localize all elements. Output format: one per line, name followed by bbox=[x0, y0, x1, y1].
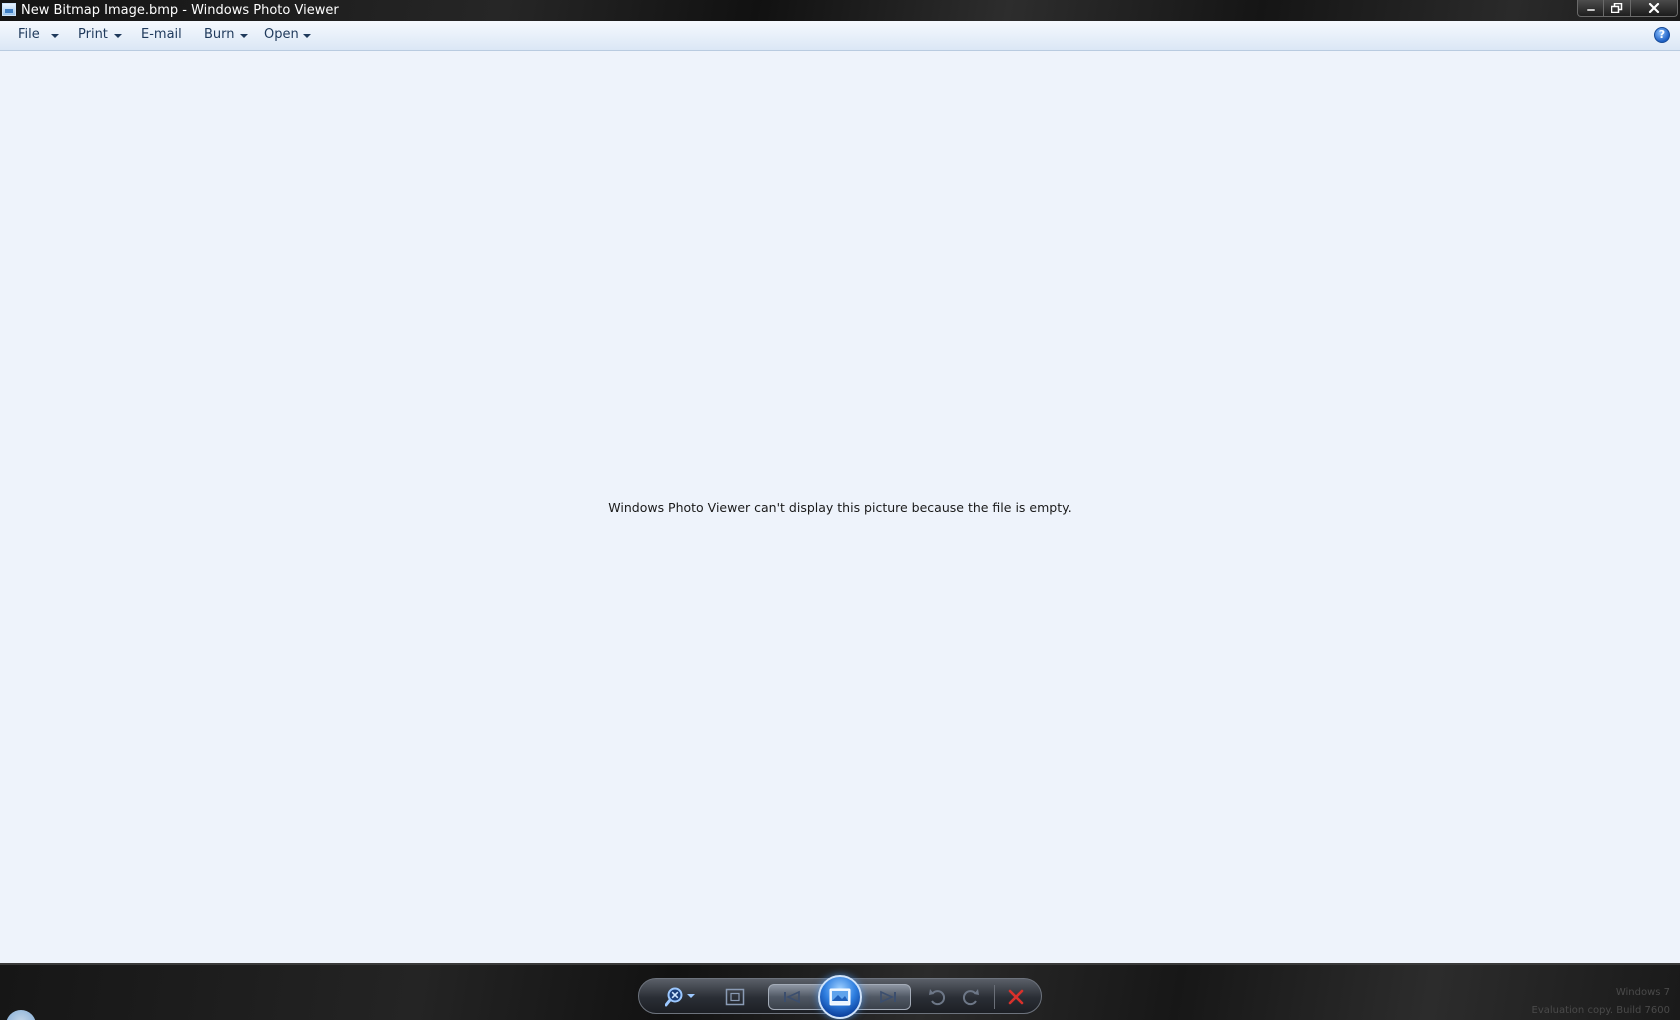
close-window-button[interactable] bbox=[1631, 0, 1678, 17]
os-watermark-line-1: Windows 7 bbox=[1615, 987, 1670, 998]
open-menu-dropdown-icon[interactable] bbox=[303, 34, 311, 38]
rotate-counterclockwise-button[interactable] bbox=[925, 985, 949, 1009]
slideshow-icon bbox=[829, 988, 851, 1006]
delete-button[interactable] bbox=[1004, 985, 1028, 1009]
menu-bar: File Print E-mail Burn Open ? bbox=[0, 21, 1680, 51]
burn-menu-dropdown-icon[interactable] bbox=[240, 34, 248, 38]
restore-button[interactable] bbox=[1604, 0, 1631, 17]
actual-size-button[interactable] bbox=[722, 986, 748, 1008]
file-menu-dropdown-icon[interactable] bbox=[51, 34, 59, 38]
photo-viewer-window: New Bitmap Image.bmp - Windows Photo Vie… bbox=[0, 0, 1680, 1020]
help-icon[interactable]: ? bbox=[1654, 27, 1670, 43]
window-title: New Bitmap Image.bmp - Windows Photo Vie… bbox=[21, 3, 339, 18]
next-button[interactable] bbox=[872, 986, 904, 1008]
previous-button[interactable] bbox=[776, 986, 808, 1008]
zoom-button[interactable] bbox=[664, 984, 700, 1010]
burn-menu[interactable]: Burn bbox=[204, 27, 235, 43]
open-menu[interactable]: Open bbox=[264, 27, 299, 43]
previous-icon bbox=[784, 990, 800, 1004]
next-icon bbox=[880, 990, 896, 1004]
slideshow-button[interactable] bbox=[818, 975, 862, 1019]
caption-buttons bbox=[1577, 0, 1678, 18]
print-menu[interactable]: Print bbox=[78, 27, 108, 43]
restore-icon bbox=[1611, 3, 1623, 13]
os-watermark-line-2: Evaluation copy. Build 7600 bbox=[1531, 1005, 1671, 1016]
playback-control-bar: Windows 7 Evaluation copy. Build 7600 bbox=[0, 963, 1680, 1020]
empty-file-message: Windows Photo Viewer can't display this … bbox=[608, 500, 1072, 515]
photo-viewer-app-icon[interactable] bbox=[2, 3, 16, 16]
email-menu[interactable]: E-mail bbox=[141, 27, 182, 43]
rotate-counterclockwise-icon bbox=[929, 989, 946, 1006]
control-divider bbox=[994, 985, 995, 1009]
print-menu-dropdown-icon[interactable] bbox=[114, 34, 122, 38]
zoom-icon bbox=[665, 987, 695, 1007]
rotate-clockwise-button[interactable] bbox=[959, 985, 983, 1009]
delete-icon bbox=[1008, 989, 1024, 1005]
actual-size-icon bbox=[725, 988, 745, 1006]
title-bar[interactable]: New Bitmap Image.bmp - Windows Photo Vie… bbox=[0, 0, 1680, 21]
minimize-button[interactable] bbox=[1577, 0, 1604, 17]
file-menu[interactable]: File bbox=[18, 27, 40, 43]
close-icon bbox=[1648, 3, 1660, 13]
minimize-icon bbox=[1586, 8, 1595, 12]
rotate-clockwise-icon bbox=[962, 989, 979, 1006]
picture-display-area: Windows Photo Viewer can't display this … bbox=[0, 51, 1680, 963]
